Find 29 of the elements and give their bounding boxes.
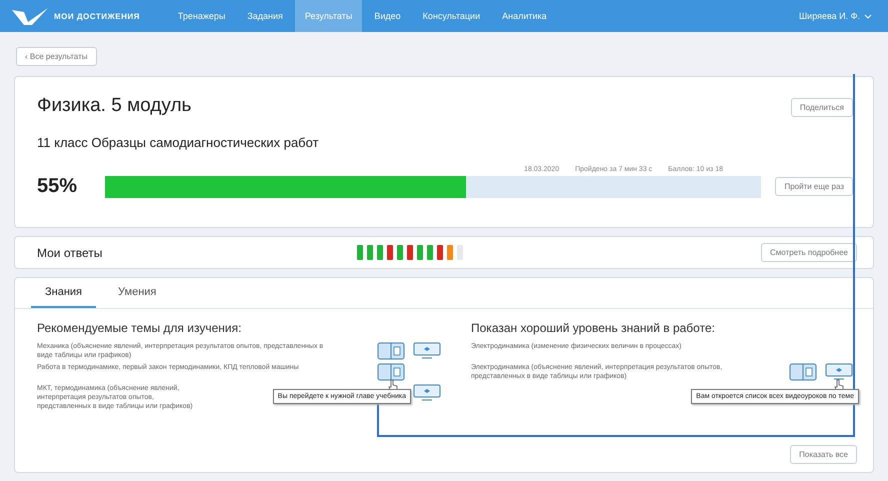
caret-icon: [864, 14, 872, 18]
user-menu[interactable]: Ширяева И. Ф.: [792, 10, 878, 22]
nav-tab[interactable]: Задания: [237, 0, 293, 32]
monitor-icon[interactable]: [413, 342, 441, 360]
percent-text: 55%: [37, 175, 78, 198]
book-icon[interactable]: [377, 342, 405, 360]
monitor-icon[interactable]: [825, 363, 853, 381]
book-icon[interactable]: [377, 363, 405, 382]
show-all-button[interactable]: Показать все: [790, 445, 857, 464]
answers-title: Мои ответы: [37, 246, 104, 260]
back-button[interactable]: ‹ Все результаты: [16, 47, 96, 66]
logo-text: МОИ ДОСТИЖЕНИЯ: [54, 12, 140, 20]
book-icon[interactable]: [789, 363, 817, 381]
nav-tab[interactable]: Аналитика: [492, 0, 557, 32]
details-button[interactable]: Смотреть подробнее: [761, 243, 857, 262]
nav-tab[interactable]: Консультации: [412, 0, 490, 32]
tab[interactable]: Умения: [104, 278, 170, 308]
test-subtitle: 11 класс Образцы самодиагностических работ: [37, 135, 320, 150]
monitor-icon[interactable]: [413, 384, 441, 402]
share-button[interactable]: Поделиться: [790, 98, 853, 117]
nav-tab[interactable]: Результаты: [294, 0, 362, 32]
test-title: Физика. 5 модуль: [37, 95, 192, 117]
section-heading: Показан хороший уровень знаний в работе:: [471, 321, 716, 335]
tab[interactable]: Знания: [31, 278, 96, 308]
nav-tab[interactable]: Видео: [364, 0, 411, 32]
section-heading: Рекомендуемые темы для изучения:: [37, 321, 242, 335]
logo-icon: [10, 6, 50, 26]
retry-button[interactable]: Пройти еще раз: [775, 177, 853, 196]
nav-tab[interactable]: Тренажеры: [168, 0, 236, 32]
